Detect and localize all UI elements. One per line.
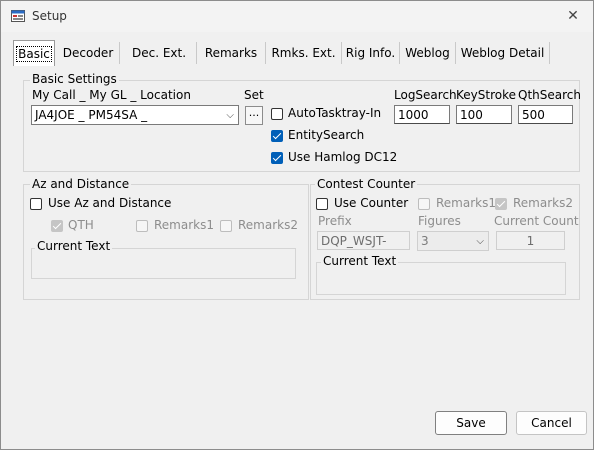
cancel-button[interactable]: Cancel (516, 411, 587, 435)
usehamlog-label: Use Hamlog DC12 (288, 150, 398, 164)
tab-weblog-detail[interactable]: Weblog Detail (456, 42, 550, 64)
tab-remarks[interactable]: Remarks (197, 42, 266, 64)
set-label: Set (244, 88, 264, 102)
az-remarks1-checkbox[interactable] (136, 220, 148, 232)
use-az-checkbox[interactable] (30, 198, 42, 210)
use-counter-label: Use Counter (334, 196, 409, 210)
title-bar: Setup ✕ (1, 1, 593, 32)
qthsearch-input[interactable]: 500 (518, 105, 573, 124)
qthsearch-label: QthSearch (518, 88, 581, 102)
keystroke-label: KeyStroke (456, 88, 516, 102)
chevron-down-icon: ⌵ (476, 236, 484, 247)
figures-label: Figures (418, 214, 461, 228)
az-remarks1-label: Remarks1 (154, 218, 214, 232)
mycall-combo[interactable]: JA4JOE _ PM54SA _ ⌵ (31, 105, 239, 125)
tab-rig-info[interactable]: Rig Info. (342, 42, 400, 64)
figures-value: 3 (421, 234, 429, 248)
autotasktray-label: AutoTasktray-In (288, 106, 382, 120)
cc-remarks1-checkbox[interactable] (418, 198, 430, 210)
qth-checkbox[interactable] (51, 220, 63, 232)
az-remarks2-label: Remarks2 (238, 218, 298, 232)
tab-label: Basic (16, 46, 52, 62)
usehamlog-checkbox[interactable] (271, 152, 283, 164)
autotasktray-checkbox[interactable] (271, 108, 283, 120)
contest-counter-legend: Contest Counter (315, 177, 418, 191)
az-current-text-label: Current Text (35, 239, 113, 253)
entitysearch-label: EntitySearch (288, 128, 365, 142)
current-count-value: 1 (496, 231, 565, 250)
tab-weblog[interactable]: Weblog (400, 42, 456, 64)
window-title: Setup (32, 9, 67, 23)
setup-window: Setup ✕ Basic Decoder Dec. Ext. Remarks … (0, 0, 594, 450)
keystroke-input[interactable]: 100 (456, 105, 512, 124)
tab-decoder[interactable]: Decoder (57, 42, 120, 64)
app-icon (11, 10, 25, 22)
close-icon[interactable]: ✕ (559, 4, 587, 28)
cc-remarks2-checkbox[interactable] (495, 198, 507, 210)
chevron-down-icon: ⌵ (226, 110, 234, 121)
set-button[interactable]: ... (245, 106, 263, 125)
basic-tab-panel: Basic Settings My Call _ My GL _ Locatio… (13, 66, 581, 411)
entitysearch-checkbox[interactable] (271, 130, 283, 142)
prefix-input[interactable]: DQP_WSJT- (317, 231, 410, 250)
tab-rmks-ext[interactable]: Rmks. Ext. (266, 42, 342, 64)
cc-remarks1-label: Remarks1 (436, 196, 496, 210)
mycall-value: JA4JOE _ PM54SA _ (35, 108, 148, 122)
qth-label: QTH (68, 218, 94, 232)
tab-basic[interactable]: Basic (13, 40, 55, 66)
basic-settings-legend: Basic Settings (30, 72, 119, 86)
az-remarks2-checkbox[interactable] (220, 220, 232, 232)
current-count-label: Current Count (494, 214, 579, 228)
use-az-label: Use Az and Distance (48, 196, 172, 210)
logsearch-input[interactable]: 1000 (394, 105, 450, 124)
cc-current-text-label: Current Text (321, 254, 399, 268)
prefix-label: Prefix (318, 214, 352, 228)
logsearch-label: LogSearch (394, 88, 457, 102)
az-distance-legend: Az and Distance (30, 177, 132, 191)
mycall-label: My Call _ My GL _ Location (32, 88, 191, 102)
save-button[interactable]: Save (435, 411, 507, 435)
cc-remarks2-label: Remarks2 (513, 196, 573, 210)
tab-dec-ext[interactable]: Dec. Ext. (122, 42, 197, 64)
figures-combo[interactable]: 3 ⌵ (417, 231, 489, 251)
use-counter-checkbox[interactable] (316, 198, 328, 210)
